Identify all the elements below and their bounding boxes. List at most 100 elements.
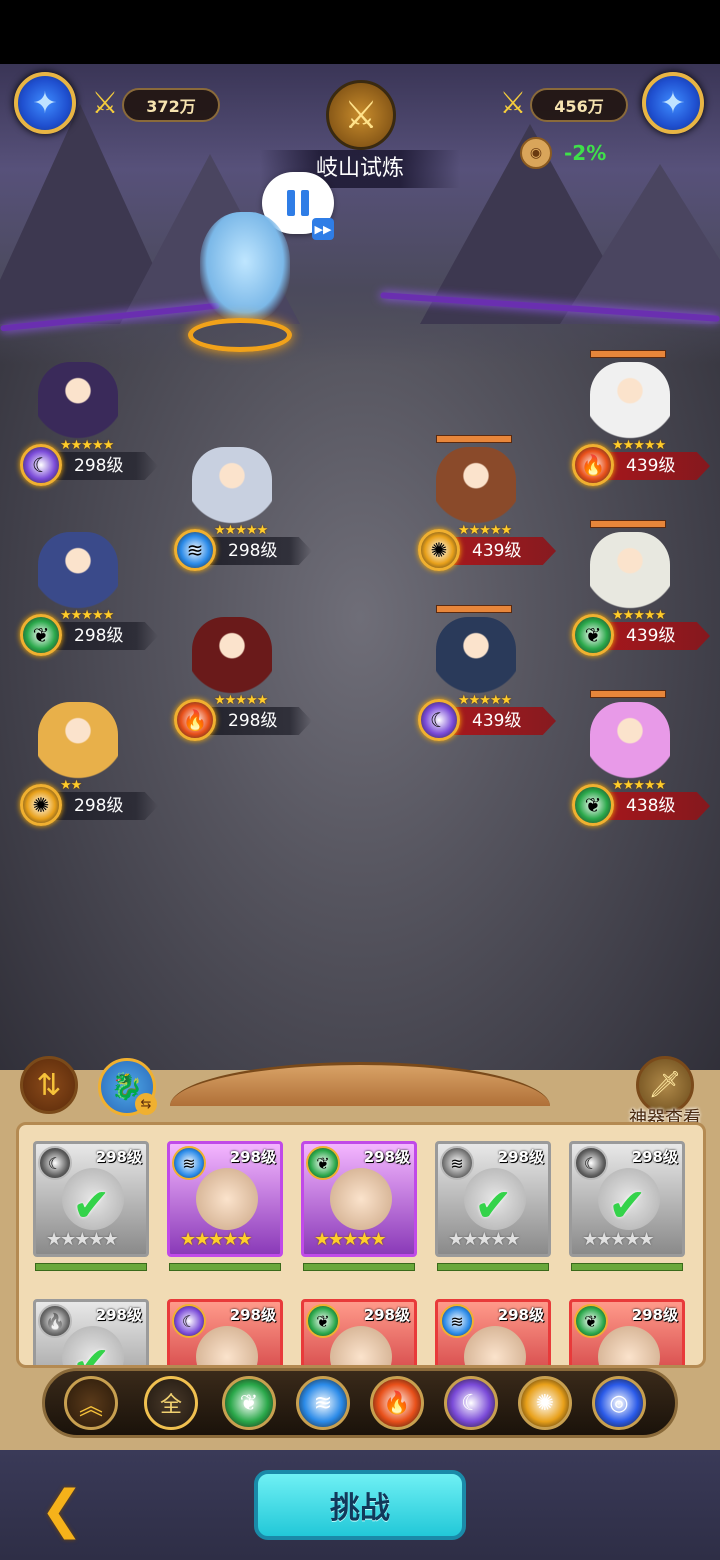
filter-moon[interactable]: ☾ [444, 1376, 498, 1430]
sword-icon: 🗡 [648, 1070, 682, 1100]
back-arrow-icon: ❮ [40, 1480, 84, 1540]
hero-level: 298级 [48, 452, 158, 480]
hero-card[interactable]: ☾ 298级 [167, 1299, 283, 1365]
crossed-swords-icon: ⚔ [91, 85, 119, 121]
left-team-element-badge: ✦ [14, 72, 76, 134]
pet-select-button[interactable]: 🐉 ⇆ [98, 1058, 157, 1116]
enemy-hero: ★★★★★ 439级 ❦ [560, 520, 720, 656]
hero-level: 439级 [446, 537, 556, 565]
crystal-icon: ✦ [660, 85, 686, 121]
hero-level: 298级 [202, 537, 312, 565]
swap-small-icon: ⇆ [135, 1093, 157, 1115]
collapse-button[interactable]: ︽ [64, 1376, 118, 1430]
filter-fire[interactable]: 🔥 [370, 1376, 424, 1430]
wood-element-icon: ❦ [239, 1390, 259, 1416]
moon-element-icon: ☾ [172, 1304, 206, 1338]
hero-sprite [192, 447, 272, 529]
double-chevron-up-icon: ︽ [79, 1391, 103, 1420]
star-rating: ★★★★★ [612, 438, 666, 453]
water-element-icon: ≋ [172, 1146, 206, 1180]
hero-level: 438级 [600, 792, 710, 820]
enemy-hero: ★★★★★ 439级 🔥 [560, 350, 720, 486]
card-hp-bar [437, 1263, 549, 1271]
ally-hero: ★★★★★ 298级 ❦ [8, 532, 178, 656]
star-rating: ★★ [60, 778, 82, 793]
hero-card[interactable]: ≋ 298级 [435, 1299, 551, 1365]
moon-element-icon: ☾ [574, 1146, 608, 1180]
sun-element-icon: ✺ [20, 784, 62, 826]
card-stars: ★★★★★ [448, 1229, 521, 1250]
hero-card[interactable]: 🔥 298级 ✔ [33, 1299, 149, 1368]
card-hp-bar [571, 1263, 683, 1271]
card-hp-bar [35, 1263, 147, 1271]
card-level: 298级 [497, 1148, 544, 1166]
hp-bar [590, 520, 666, 528]
hero-card[interactable]: ≋ 298级 ★★★★★ ✔ [435, 1141, 551, 1257]
hero-card[interactable]: ☾ 298级 ★★★★★ ✔ [33, 1141, 149, 1257]
card-level: 298级 [363, 1148, 410, 1166]
wood-element-icon: ❦ [572, 614, 614, 656]
pet-ring [188, 318, 292, 352]
hero-level: 439级 [446, 707, 556, 735]
star-rating: ★★★★★ [612, 608, 666, 623]
modifier-percent: -2% [564, 141, 607, 165]
filter-whirl[interactable]: ◎ [592, 1376, 646, 1430]
fast-forward-icon[interactable]: ▶▶ [312, 218, 334, 240]
wood-element-icon: ❦ [574, 1304, 608, 1338]
hero-sprite [38, 362, 118, 444]
filter-water[interactable]: ≋ [296, 1376, 350, 1430]
swap-button[interactable]: ⇅ [20, 1056, 78, 1114]
hero-sprite [436, 617, 516, 699]
checkmark-icon: ✔ [608, 1178, 647, 1232]
hero-level: 439级 [600, 452, 710, 480]
hero-card[interactable]: ☾ 298级 ★★★★★ ✔ [569, 1141, 685, 1257]
moon-element-icon: ☾ [461, 1390, 481, 1416]
hero-sprite [436, 447, 516, 529]
star-rating: ★★★★★ [612, 778, 666, 793]
filter-wood[interactable]: ❦ [222, 1376, 276, 1430]
checkmark-icon: ✔ [72, 1336, 111, 1368]
water-element-icon: ≋ [440, 1304, 474, 1338]
left-power: 372万 [122, 88, 220, 122]
hero-sprite [192, 617, 272, 699]
star-rating: ★★★★★ [214, 693, 268, 708]
star-rating: ★★★★★ [214, 523, 268, 538]
crossed-swords-icon: ⚔ [499, 85, 527, 121]
swap-icon: ⇅ [36, 1067, 62, 1103]
water-element-icon: ≋ [440, 1146, 474, 1180]
checkmark-icon: ✔ [474, 1178, 513, 1232]
fire-element-icon: 🔥 [174, 699, 216, 741]
fire-element-icon: 🔥 [383, 1390, 411, 1416]
card-stars: ★★★★★ [314, 1229, 387, 1250]
crystal-icon: ✦ [32, 85, 58, 121]
hero-card[interactable]: ❦ 298级 [301, 1299, 417, 1365]
checkmark-icon: ✔ [72, 1178, 111, 1232]
sun-element-icon: ✺ [535, 1390, 555, 1416]
card-level: 298级 [95, 1148, 142, 1166]
right-power: 456万 [530, 88, 628, 122]
hp-bar [436, 435, 512, 443]
card-stars: ★★★★★ [180, 1229, 253, 1250]
filter-sun[interactable]: ✺ [518, 1376, 572, 1430]
fire-element-icon: 🔥 [38, 1304, 72, 1338]
enemy-hero: ★★★★★ 438级 ❦ [560, 690, 720, 826]
star-rating: ★★★★★ [60, 438, 114, 453]
card-hp-bar [303, 1263, 415, 1271]
hero-sprite [590, 362, 670, 444]
card-level: 298级 [229, 1306, 276, 1324]
star-rating: ★★★★★ [458, 693, 512, 708]
ally-hero: ★★ 298级 ✺ [8, 702, 178, 826]
hero-sprite [38, 532, 118, 614]
back-button[interactable]: ❮ [40, 1482, 100, 1538]
filter-all[interactable]: 全 [144, 1376, 198, 1430]
hero-card[interactable]: ❦ 298级 [569, 1299, 685, 1365]
element-filter-bar [42, 1368, 678, 1438]
card-level: 298级 [229, 1148, 276, 1166]
hero-card[interactable]: ❦ 298级 ★★★★★ [301, 1141, 417, 1257]
hero-sprite [590, 702, 670, 784]
whirl-element-icon: ◎ [609, 1390, 629, 1416]
hero-card[interactable]: ≋ 298级 ★★★★★ [167, 1141, 283, 1257]
moon-element-icon: ☾ [418, 699, 460, 741]
challenge-button[interactable]: 挑战 [254, 1470, 466, 1540]
star-rating: ★★★★★ [60, 608, 114, 623]
